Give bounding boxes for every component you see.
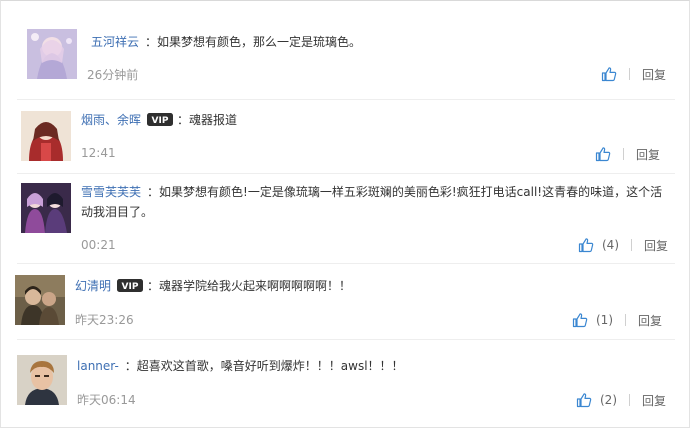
username-link[interactable]: 雪雪芙芙芙 — [81, 185, 141, 199]
comment-text: 魂器报道 — [189, 113, 238, 127]
like-count: (1) — [596, 313, 613, 327]
comment-time: 26分钟前 — [87, 68, 139, 82]
action-divider — [623, 148, 624, 160]
vip-badge-label: VIP — [152, 116, 169, 126]
comment-time: 12:41 — [81, 146, 116, 160]
comment-text: 如果梦想有颜色，那么一定是琉璃色。 — [157, 35, 362, 49]
thumbs-up-icon[interactable] — [578, 237, 594, 253]
username-link[interactable]: lanner- — [77, 359, 119, 373]
comment-text: 如果梦想有颜色!一定是像琉璃一样五彩斑斓的美丽色彩!疯狂打电话call!这青春的… — [159, 185, 663, 199]
like-count: (2) — [600, 393, 617, 407]
thumbs-up-icon[interactable] — [595, 146, 611, 162]
comment-text: 超喜欢这首歌，嗓音好听到爆炸！！！awsl！！！ — [136, 359, 404, 373]
comment-divider — [17, 339, 675, 340]
comment-time: 00:21 — [81, 238, 116, 252]
comment-divider — [17, 263, 675, 264]
colon-separator: ： — [147, 185, 160, 199]
thumbs-up-icon[interactable] — [572, 312, 588, 328]
action-divider — [629, 68, 630, 80]
action-divider — [625, 314, 626, 326]
avatar[interactable] — [27, 29, 77, 79]
colon-separator: ： — [124, 359, 137, 373]
comment-divider — [17, 99, 675, 100]
vip-badge-icon: VIP — [117, 279, 144, 292]
thumbs-up-icon[interactable] — [576, 392, 592, 408]
avatar[interactable] — [21, 111, 71, 161]
avatar-anime-girl-image — [21, 111, 71, 161]
comment-text-continued: 动我泪目了。 — [81, 205, 154, 219]
thumbs-up-icon[interactable] — [601, 66, 617, 82]
reply-button[interactable]: 回复 — [644, 237, 668, 254]
avatar[interactable] — [15, 275, 65, 325]
reply-button[interactable]: 回复 — [642, 66, 666, 83]
comment-list: 五河祥云 ：如果梦想有颜色，那么一定是琉璃色。 26分钟前 回复 烟雨、余晖 VIP… — [0, 0, 690, 428]
username-link[interactable]: 幻清明 — [75, 279, 111, 293]
reply-button[interactable]: 回复 — [638, 312, 662, 329]
avatar-photo-image — [15, 275, 65, 325]
comment-time: 昨天23:26 — [75, 313, 134, 327]
colon-separator: ： — [147, 279, 160, 293]
avatar[interactable] — [17, 355, 67, 405]
avatar-anime-girl-image — [27, 29, 77, 79]
action-divider — [631, 239, 632, 251]
comment-divider — [17, 173, 675, 174]
comment-text: 魂器学院给我火起来啊啊啊啊啊！！ — [159, 279, 352, 293]
colon-separator: ： — [177, 113, 190, 127]
vip-badge-label: VIP — [122, 282, 139, 292]
avatar-photo-image — [17, 355, 67, 405]
reply-button[interactable]: 回复 — [636, 146, 660, 163]
action-divider — [629, 394, 630, 406]
like-count: (4) — [602, 238, 619, 252]
avatar-anime-group-image — [21, 183, 71, 233]
reply-button[interactable]: 回复 — [642, 392, 666, 409]
username-link[interactable]: 五河祥云 — [91, 35, 139, 49]
comment-time: 昨天06:14 — [77, 393, 136, 407]
avatar[interactable] — [21, 183, 71, 233]
vip-badge-icon: VIP — [147, 113, 174, 126]
username-link[interactable]: 烟雨、余晖 — [81, 113, 141, 127]
colon-separator: ： — [145, 35, 158, 49]
